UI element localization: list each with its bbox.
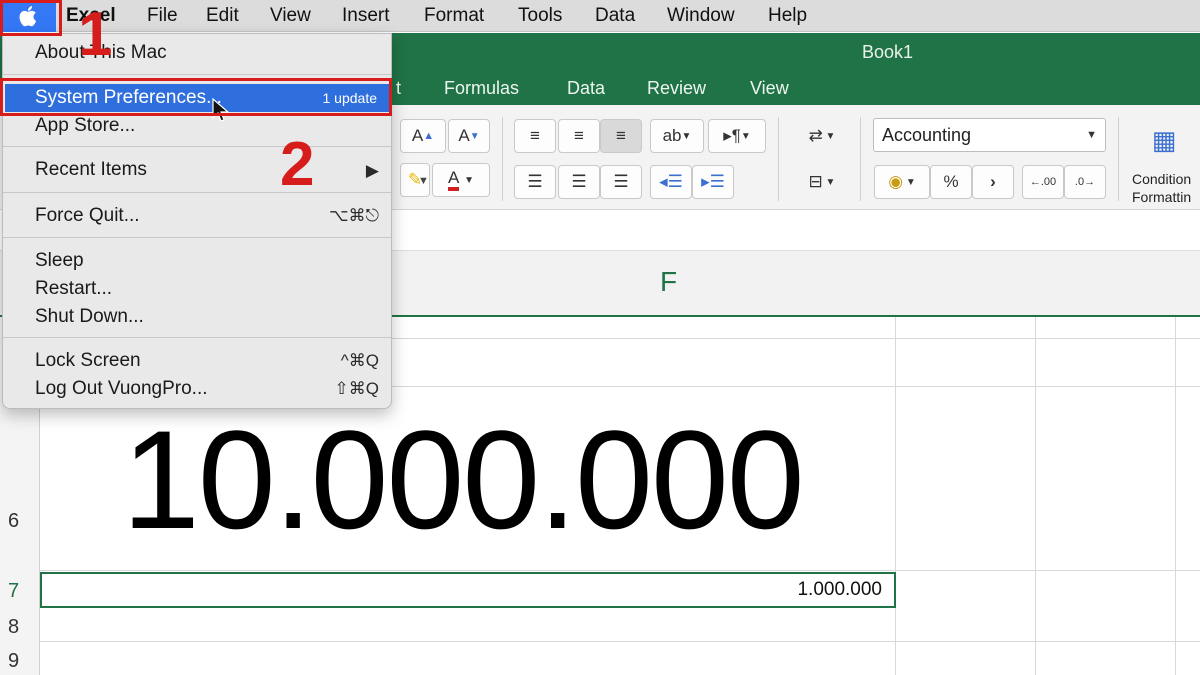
selected-cell[interactable]: 1.000.000 xyxy=(40,572,896,608)
align-middle-icon[interactable]: ≡ xyxy=(558,119,600,153)
paragraph-direction-icon[interactable]: ▸¶ ▼ xyxy=(708,119,766,153)
menu-recent-items[interactable]: Recent Items xyxy=(35,159,147,181)
row-number-8[interactable]: 8 xyxy=(0,616,40,639)
align-top-icon[interactable]: ≡ xyxy=(514,119,556,153)
menu-window[interactable]: Window xyxy=(667,0,735,32)
menu-shut-down[interactable]: Shut Down... xyxy=(35,306,144,328)
column-gridline xyxy=(895,317,896,675)
increase-font-size-icon[interactable]: A ▲ xyxy=(400,119,446,153)
text-orientation-icon[interactable]: ab ▼ xyxy=(650,119,704,153)
align-bottom-icon[interactable]: ≡ xyxy=(600,119,642,153)
decrease-font-size-icon[interactable]: A ▼ xyxy=(448,119,490,153)
cf-label-line1: Condition xyxy=(1132,171,1192,187)
annotation-step-2: 2 xyxy=(280,130,315,199)
menu-separator xyxy=(3,192,391,193)
align-center-icon[interactable]: ☰ xyxy=(558,165,600,199)
menu-view[interactable]: View xyxy=(270,0,311,32)
menu-help[interactable]: Help xyxy=(768,0,807,32)
menu-sleep[interactable]: Sleep xyxy=(35,250,84,272)
ribbon-divider xyxy=(502,117,503,201)
document-title: Book1 xyxy=(862,42,914,62)
increase-indent-icon[interactable]: ▸☰ xyxy=(692,165,734,199)
tab-view[interactable]: View xyxy=(750,78,789,99)
menu-separator xyxy=(3,337,391,338)
menu-force-quit[interactable]: Force Quit... xyxy=(35,205,140,227)
ribbon-divider xyxy=(778,117,779,201)
menu-separator xyxy=(3,237,391,238)
force-quit-shortcut: ⌥⌘⎋ xyxy=(328,206,379,225)
column-header-f[interactable]: F xyxy=(660,266,677,298)
annotation-step-1: 1 xyxy=(78,0,113,69)
menu-app-store[interactable]: App Store... xyxy=(35,115,135,137)
tab-layout-partial[interactable]: t xyxy=(396,78,401,99)
menu-tools[interactable]: Tools xyxy=(518,0,562,32)
log-out-shortcut: ⇧⌘Q xyxy=(334,379,379,398)
row-number-6[interactable]: 6 xyxy=(0,510,40,533)
number-format-value: Accounting xyxy=(882,125,972,145)
large-number-text: 10.000.000 xyxy=(122,401,805,558)
ribbon-divider xyxy=(1118,117,1119,201)
comma-style-icon[interactable]: › xyxy=(972,165,1014,199)
align-right-icon[interactable]: ☰ xyxy=(600,165,642,199)
menu-format[interactable]: Format xyxy=(424,0,484,32)
chevron-down-icon: ▼ xyxy=(1086,129,1097,141)
menu-data[interactable]: Data xyxy=(595,0,635,32)
menu-lock-screen[interactable]: Lock Screen xyxy=(35,350,141,372)
decrease-decimal-icon[interactable]: .0→ xyxy=(1064,165,1106,199)
annotation-box-system-preferences xyxy=(0,78,392,116)
menu-separator xyxy=(3,74,391,75)
number-format-select[interactable]: Accounting ▼ xyxy=(873,118,1106,152)
menu-restart[interactable]: Restart... xyxy=(35,278,112,300)
accounting-format-icon[interactable]: ◉ ▼ xyxy=(874,165,930,199)
submenu-arrow-icon: ▶ xyxy=(365,161,379,180)
menu-file[interactable]: File xyxy=(147,0,178,32)
font-color-icon[interactable]: A ▼ xyxy=(432,163,490,197)
mac-menu-bar: Excel File Edit View Insert Format Tools… xyxy=(0,0,1200,32)
tab-formulas[interactable]: Formulas xyxy=(444,78,519,99)
lock-screen-shortcut: ^⌘Q xyxy=(340,351,379,370)
conditional-formatting-icon[interactable]: ▦ xyxy=(1144,119,1184,161)
menu-edit[interactable]: Edit xyxy=(206,0,239,32)
menu-insert[interactable]: Insert xyxy=(342,0,390,32)
grid-row-9 xyxy=(0,642,1200,675)
column-gridline xyxy=(1175,317,1176,675)
chevron-down-icon[interactable]: ▼ xyxy=(418,175,429,187)
menu-separator xyxy=(3,146,391,147)
row-number-7[interactable]: 7 xyxy=(0,580,40,603)
conditional-formatting-label[interactable]: Condition Formattin xyxy=(1132,170,1191,206)
increase-decimal-icon[interactable]: ←.00 xyxy=(1022,165,1064,199)
wrap-text-icon[interactable]: ⇄ ▼ xyxy=(796,119,848,153)
percent-style-icon[interactable]: % xyxy=(930,165,972,199)
grid-row-8 xyxy=(0,608,1200,642)
ribbon-divider xyxy=(860,117,861,201)
annotation-box-apple-menu xyxy=(0,0,62,36)
menu-log-out[interactable]: Log Out VuongPro... xyxy=(35,378,208,400)
column-gridline xyxy=(1035,317,1036,675)
tab-data[interactable]: Data xyxy=(567,78,605,99)
merge-cells-icon[interactable]: ⊟ ▼ xyxy=(796,165,848,199)
cf-label-line2: Formattin xyxy=(1132,189,1192,205)
tab-review[interactable]: Review xyxy=(647,78,706,99)
row-number-9[interactable]: 9 xyxy=(0,650,40,673)
align-left-icon[interactable]: ☰ xyxy=(514,165,556,199)
decrease-indent-icon[interactable]: ◂☰ xyxy=(650,165,692,199)
